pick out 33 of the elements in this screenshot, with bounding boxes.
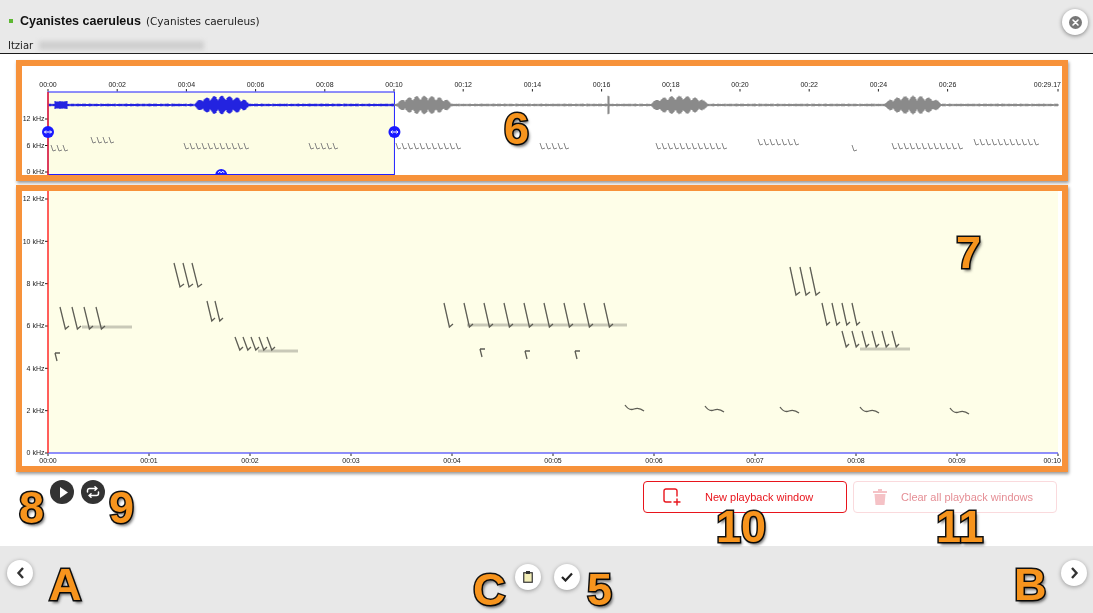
species-title: Cyanistes caeruleus xyxy=(20,13,141,28)
selection-window[interactable] xyxy=(47,91,395,175)
close-button[interactable] xyxy=(1062,9,1088,35)
play-icon xyxy=(58,486,68,498)
close-icon xyxy=(1068,15,1082,29)
move-handle[interactable] xyxy=(215,169,228,175)
callout-number: 8 xyxy=(19,485,45,530)
callout-number: 5 xyxy=(587,567,613,612)
callout-number: 7 xyxy=(956,230,982,275)
trash-icon xyxy=(873,489,887,505)
notes-button[interactable] xyxy=(515,564,541,590)
bullet-icon xyxy=(9,18,13,23)
clipboard-icon xyxy=(523,571,533,583)
callout-number: 6 xyxy=(504,106,530,151)
callout-number: 9 xyxy=(109,485,135,530)
species-subtitle: (Cyanistes caeruleus) xyxy=(145,14,260,27)
frequency-axis xyxy=(44,118,49,173)
resize-handle[interactable] xyxy=(388,126,401,138)
resize-handle[interactable] xyxy=(42,126,54,138)
callout-number: C xyxy=(473,567,506,612)
callout-number: A xyxy=(49,562,82,607)
check-icon xyxy=(561,572,573,582)
callout-number: B xyxy=(1014,562,1047,607)
next-button[interactable] xyxy=(1061,560,1087,586)
play-button[interactable] xyxy=(50,480,74,504)
repeat-button[interactable] xyxy=(81,480,105,504)
chevron-right-icon xyxy=(1069,567,1079,579)
repeat-icon xyxy=(86,486,100,498)
previous-button[interactable] xyxy=(7,560,33,586)
chevron-left-icon xyxy=(15,567,25,579)
recordist-name: Itziar xyxy=(8,39,34,51)
confirm-button[interactable] xyxy=(554,564,580,590)
window-plus-icon xyxy=(663,488,681,506)
